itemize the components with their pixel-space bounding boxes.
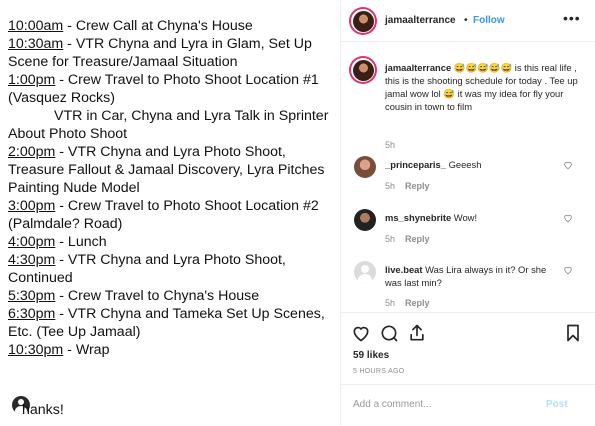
comment: live.beat Was Lira always in it? Or she …	[341, 261, 595, 311]
comment: ms_shynebrite Wow! 5h Reply	[341, 209, 595, 265]
like-count[interactable]: 59 likes	[353, 350, 389, 361]
schedule-line: (Vasquez Rocks)	[8, 90, 115, 106]
schedule-line: Scene for Treasure/Jamaal Situation	[8, 54, 238, 70]
like-comment-icon[interactable]	[563, 160, 573, 170]
comment-icon[interactable]	[379, 323, 399, 343]
schedule-line: VTR in Car, Chyna and Lyra Talk in Sprin…	[54, 108, 329, 124]
avatar[interactable]	[349, 7, 377, 35]
schedule-line: (Palmdale? Road)	[8, 216, 123, 232]
caption-text: jamaalterrance 😅😅😅😅😅 is this real life ,…	[385, 61, 590, 113]
share-icon[interactable]	[407, 323, 427, 343]
schedule-line: 5:30pm - Crew Travel to Chyna's House	[8, 288, 260, 304]
schedule-line: 1:00pm - Crew Travel to Photo Shoot Loca…	[8, 72, 319, 88]
schedule-line: Etc. (Tee Up Jamaal)	[8, 324, 141, 340]
reply-button[interactable]: Reply	[405, 181, 430, 191]
add-comment-bar: Add a comment... Post	[341, 384, 595, 426]
post-username[interactable]: jamaalterrance	[385, 15, 456, 26]
post-header: jamaalterrance • Follow •••	[341, 0, 595, 42]
thanks-text: hanks!	[22, 402, 64, 418]
separator-dot: •	[464, 15, 468, 26]
schedule-line: 4:00pm - Lunch	[8, 234, 107, 250]
schedule-line: Continued	[8, 270, 73, 286]
post-comment-button[interactable]: Post	[546, 399, 568, 410]
avatar[interactable]	[354, 156, 376, 178]
like-comment-icon[interactable]	[563, 213, 573, 223]
avatar[interactable]	[349, 56, 377, 84]
bookmark-icon[interactable]	[563, 323, 583, 343]
heart-icon[interactable]	[351, 323, 371, 343]
schedule-line: Painting Nude Model	[8, 180, 140, 196]
comment-input[interactable]: Add a comment...	[353, 399, 431, 410]
schedule-line: 3:00pm - Crew Travel to Photo Shoot Loca…	[8, 198, 319, 214]
comment-time[interactable]: 5h	[385, 181, 395, 191]
comment: _princeparis_ Geeesh 5h Reply	[341, 156, 595, 212]
schedule-line: 4:30pm - VTR Chyna and Lyra Photo Shoot,	[8, 252, 286, 268]
avatar[interactable]	[354, 209, 376, 231]
comment-username[interactable]: _princeparis_	[385, 159, 446, 170]
schedule-line: Treasure Fallout & Jamaal Discovery, Lyr…	[8, 162, 325, 178]
follow-button[interactable]: Follow	[473, 15, 505, 26]
caption-time[interactable]: 5h	[385, 140, 395, 150]
schedule-line: About Photo Shoot	[8, 126, 128, 142]
reply-button[interactable]: Reply	[405, 234, 430, 244]
post-timestamp: 5 HOURS AGO	[353, 368, 405, 375]
post-panel: jamaalterrance • Follow ••• jamaalterran…	[340, 0, 595, 426]
schedule-line: 10:30am - VTR Chyna and Lyra in Glam, Se…	[8, 36, 312, 52]
schedule-line: 6:30pm - VTR Chyna and Tameka Set Up Sce…	[8, 306, 325, 322]
comment-text: Geeesh	[445, 159, 482, 170]
schedule-line: 2:00pm - VTR Chyna and Lyra Photo Shoot,	[8, 144, 286, 160]
caption-username[interactable]: jamaalterrance	[385, 62, 451, 73]
schedule-text: 10:00am - Crew Call at Chyna's House 10:…	[8, 17, 338, 359]
comment-time[interactable]: 5h	[385, 298, 395, 308]
comment-username[interactable]: ms_shynebrite	[385, 212, 451, 223]
reply-button[interactable]: Reply	[405, 298, 430, 308]
schedule-line: 10:00am - Crew Call at Chyna's House	[8, 18, 253, 34]
schedule-image: 10:00am - Crew Call at Chyna's House 10:…	[0, 0, 340, 426]
more-options-icon[interactable]: •••	[563, 10, 581, 26]
comment-text: Wow!	[451, 212, 478, 223]
comment-time[interactable]: 5h	[385, 234, 395, 244]
like-comment-icon[interactable]	[563, 265, 573, 275]
schedule-line: 10:30pm - Wrap	[8, 342, 110, 358]
thanks-line: hanks!	[8, 396, 108, 424]
avatar[interactable]	[354, 261, 376, 283]
post-actions: 59 likes 5 HOURS AGO	[341, 312, 595, 382]
comment-username[interactable]: live.beat	[385, 264, 423, 275]
